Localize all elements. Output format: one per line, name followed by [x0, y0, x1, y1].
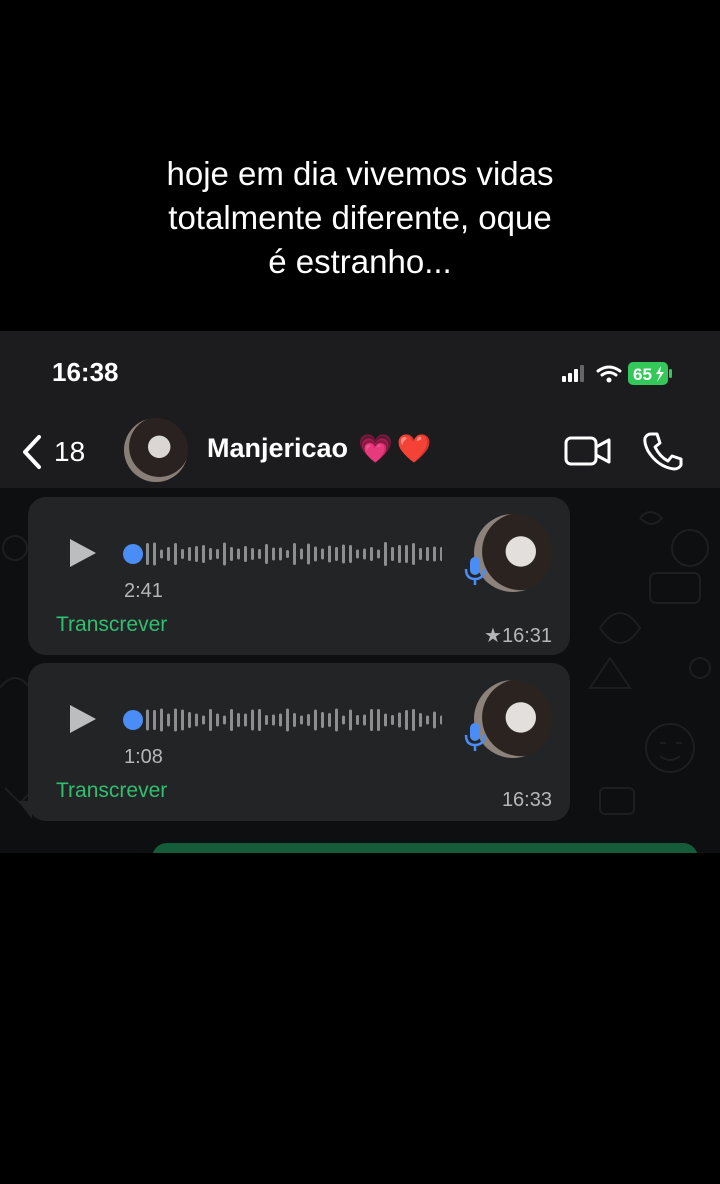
voice-waveform[interactable]: [122, 705, 442, 735]
back-button[interactable]: 18: [20, 429, 85, 475]
contact-name-text: Manjericao: [207, 433, 349, 463]
contact-name[interactable]: Manjericao 💗❤️: [207, 432, 436, 465]
signal-icon: [562, 365, 584, 382]
caption-line-3: é estranho...: [268, 243, 452, 280]
svg-text:65: 65: [633, 365, 652, 384]
voice-call-button[interactable]: [642, 431, 684, 476]
wifi-icon: [596, 365, 622, 383]
message-time: 16:33: [501, 789, 552, 811]
status-time: 16:38: [52, 357, 119, 387]
battery-icon: 65: [628, 362, 672, 385]
transcribe-button[interactable]: Transcrever: [56, 779, 167, 803]
voice-duration: 2:41: [124, 580, 163, 602]
voice-message-bubble[interactable]: 1:08 Transcrever 16:33: [28, 663, 570, 821]
play-icon[interactable]: [68, 537, 98, 569]
video-call-button[interactable]: [564, 435, 612, 472]
chat-header: 16:38 65 18 Manjericao 💗❤️: [0, 331, 720, 488]
chat-screenshot: 16:38 65 18 Manjericao 💗❤️ 2:41 Transcre…: [0, 331, 720, 853]
play-icon[interactable]: [68, 703, 98, 735]
microphone-icon: [464, 557, 486, 585]
voice-duration: 1:08: [124, 746, 163, 768]
video-caption: hoje em dia vivemos vidas totalmente dif…: [0, 152, 720, 284]
phone-call-icon: [643, 432, 683, 471]
microphone-icon: [464, 723, 486, 751]
bottom-black-area: [0, 853, 720, 1184]
unread-count: 18: [54, 436, 86, 467]
contact-avatar[interactable]: [124, 418, 188, 482]
chat-area[interactable]: 2:41 Transcrever ★16:31 1:08 Transcrever…: [0, 488, 720, 853]
bubble-tail: [18, 801, 32, 819]
caption-line-2: totalmente diferente, oque: [168, 199, 552, 236]
caption-line-1: hoje em dia vivemos vidas: [166, 155, 554, 192]
video-call-icon: [564, 436, 611, 466]
transcribe-button[interactable]: Transcrever: [56, 613, 167, 637]
message-time: ★16:31: [484, 625, 552, 647]
voice-waveform[interactable]: [122, 539, 442, 569]
voice-message-bubble[interactable]: 2:41 Transcrever ★16:31: [28, 497, 570, 655]
back-chevron-icon: [23, 435, 41, 469]
status-icons: 65: [554, 361, 694, 387]
contact-emojis: 💗❤️: [358, 433, 436, 464]
